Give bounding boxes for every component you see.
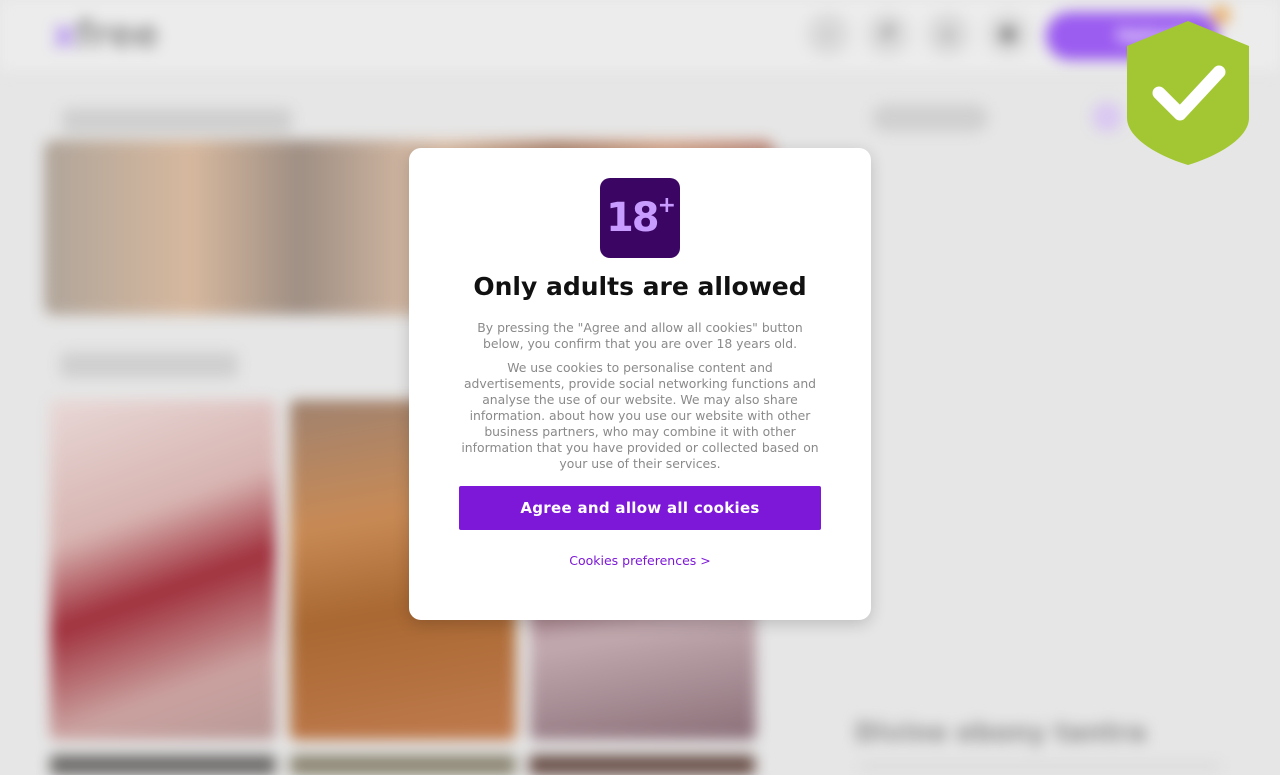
video-thumbnail[interactable] [529, 755, 755, 775]
user-icon[interactable]: ● [986, 12, 1030, 56]
sidebar-dot [1092, 102, 1122, 132]
agree-allow-cookies-button[interactable]: Agree and allow all cookies [459, 486, 821, 530]
hashtag-icon[interactable]: # [866, 12, 910, 56]
dialog-title: Only adults are allowed [473, 272, 807, 301]
section-title-placeholder [60, 352, 238, 378]
video-thumbnail[interactable] [50, 755, 276, 775]
sidebar-divider [860, 764, 1220, 768]
security-shield-check-icon [1127, 21, 1249, 165]
sidebar-tab[interactable] [872, 104, 988, 132]
age-18-plus-icon: 18+ [600, 178, 680, 258]
top-navigation-bar: xfree ⌕ # ⌂ ● Upload $ [0, 0, 1280, 73]
age-confirmation-text: By pressing the "Agree and allow all coo… [477, 320, 803, 351]
site-logo[interactable]: xfree [52, 12, 159, 56]
video-thumbnail[interactable] [290, 755, 516, 775]
age-verification-dialog: 18+ Only adults are allowed By pressing … [409, 148, 871, 620]
home-icon[interactable]: ⌂ [926, 12, 970, 56]
cookie-policy-text: We use cookies to personalise content an… [461, 360, 819, 471]
section-title-placeholder [62, 108, 292, 134]
sidebar-promo-title[interactable]: Divine ebony tantra [855, 718, 1146, 748]
search-icon[interactable]: ⌕ [806, 12, 850, 56]
cookie-preferences-link[interactable]: Cookies preferences > [409, 553, 871, 568]
video-thumbnail[interactable] [50, 400, 276, 740]
